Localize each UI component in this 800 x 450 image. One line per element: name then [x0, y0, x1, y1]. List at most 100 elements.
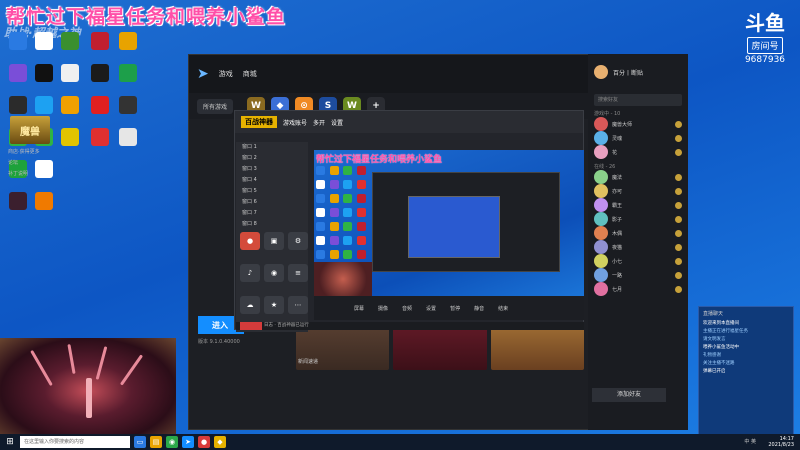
tool-more-icon[interactable]: ⋯ — [288, 296, 308, 314]
battlenet-icon[interactable]: ➤ — [182, 436, 194, 448]
obs-icon[interactable]: ● — [198, 436, 210, 448]
nested-desktop-icon — [316, 180, 325, 189]
tool-tab[interactable]: 设置 — [331, 118, 343, 127]
friend-row[interactable]: 夜猫 — [588, 240, 688, 254]
tool-taskbar-icon[interactable]: ◆ — [214, 436, 226, 448]
list-item[interactable]: 窗口 5 — [236, 186, 308, 197]
chat-header: 直播聊天 — [703, 311, 724, 317]
chat-line: 欢迎来到本直播间 — [703, 321, 739, 326]
friend-row[interactable]: 小七 — [588, 254, 688, 268]
explorer-icon[interactable]: ▤ — [150, 436, 162, 448]
windows-start-icon[interactable]: ⊞ — [4, 436, 16, 448]
tool-mic-icon[interactable]: ♪ — [240, 264, 260, 282]
list-item[interactable]: 窗口 4 — [236, 175, 308, 186]
platform-badge: 斗鱼 房间号 9687936 — [736, 12, 794, 65]
game-status-icon — [675, 201, 682, 209]
nested-desktop-icon — [356, 236, 366, 245]
tool-gear-icon[interactable]: ⚙ — [288, 232, 308, 250]
nested-desktop-icon — [329, 236, 339, 245]
friend-name: 霸王 — [612, 202, 623, 209]
game-status-icon — [675, 285, 682, 293]
game-banner: 魔兽 — [10, 116, 50, 144]
friend-row[interactable]: 木偶 — [588, 226, 688, 240]
desktop-icon[interactable] — [56, 32, 84, 66]
desktop-icon[interactable] — [4, 32, 32, 66]
control-camera[interactable]: 摄像 — [378, 305, 388, 312]
room-number: 9687936 — [744, 55, 786, 65]
control-pause[interactable]: 暂停 — [450, 305, 460, 312]
control-settings[interactable]: 设置 — [426, 305, 436, 312]
nested-desktop-icons — [316, 166, 368, 262]
chrome-icon[interactable]: ◉ — [166, 436, 178, 448]
nested-webcam — [314, 262, 372, 296]
friend-name: 灵魂 — [612, 135, 623, 142]
tool-tab[interactable]: 游戏账号 — [283, 118, 307, 127]
nested-desktop-icon — [329, 180, 339, 189]
taskbar-search-input[interactable]: 在这里输入你要搜索的内容 — [20, 436, 130, 448]
nested-desktop-icon — [356, 166, 366, 175]
icon-10 — [119, 64, 137, 82]
list-item[interactable]: 窗口 6 — [236, 197, 308, 208]
friend-row[interactable]: 亦可 — [588, 184, 688, 198]
room-label: 房间号 — [747, 37, 783, 54]
my-name: 百分丨断贴 — [613, 69, 644, 77]
icon-4 — [91, 32, 109, 50]
friend-row[interactable]: 魔兽大师 — [588, 117, 688, 131]
chat-line: 主播正在进行福星任务 — [703, 329, 748, 334]
desktop-icon[interactable] — [30, 32, 58, 66]
friend-list: 魔兽大师 灵魂花在线 - 26 魔法 亦可 霸王 影子 木偶 夜猫 小七 一路 七月 — [588, 117, 688, 296]
nested-desktop-icon — [329, 222, 339, 231]
list-item[interactable]: 窗口 3 — [236, 164, 308, 175]
left-link[interactable]: 商店·获得更多 — [8, 148, 120, 155]
all-games-button[interactable]: 所有游戏 — [197, 98, 234, 114]
tool-camera-icon[interactable]: ◉ — [264, 264, 284, 282]
list-item[interactable]: 窗口 2 — [236, 153, 308, 164]
chat-line: 弹幕已开启 — [703, 369, 726, 374]
left-link[interactable]: 补丁说明 — [8, 170, 120, 177]
my-profile[interactable]: 百分丨断贴 — [588, 54, 688, 90]
tool-list-icon[interactable]: ≡ — [288, 264, 308, 282]
tool-grid: ● ▣ ⚙ ♪ ◉ ≡ ☁ ★ ⋯ — [236, 228, 312, 328]
friend-search-input[interactable]: 搜索好友 — [594, 94, 682, 106]
game-status-icon — [675, 271, 682, 279]
taskview-icon[interactable]: ▭ — [134, 436, 146, 448]
nested-desktop-icon — [343, 208, 352, 217]
tool-star-icon[interactable]: ★ — [264, 296, 284, 314]
left-link[interactable]: 论坛 — [8, 159, 120, 166]
list-item[interactable]: 窗口 1 — [236, 142, 308, 153]
desktop-icon[interactable] — [86, 32, 114, 66]
nav-games[interactable]: 游戏 — [219, 69, 233, 79]
friend-row[interactable]: 灵魂 — [588, 131, 688, 145]
clock[interactable]: 14:17 2021/8/23 — [768, 436, 794, 448]
game-status-icon — [675, 215, 682, 223]
desktop-icon[interactable] — [114, 32, 142, 66]
friend-row[interactable]: 魔法 — [588, 170, 688, 184]
friend-row[interactable]: 霸王 — [588, 198, 688, 212]
system-tray[interactable]: 中 英 — [744, 438, 756, 445]
friend-row[interactable]: 花 — [588, 145, 688, 159]
game-status-icon — [675, 134, 682, 142]
control-stop[interactable]: 结束 — [498, 305, 508, 312]
control-audio[interactable]: 音频 — [402, 305, 412, 312]
avatar — [594, 170, 608, 184]
control-screen[interactable]: 屏幕 — [354, 305, 364, 312]
webcam-feed — [0, 338, 176, 434]
tool-tab[interactable]: 多开 — [313, 118, 325, 127]
tool-record-icon[interactable]: ● — [240, 232, 260, 250]
nav-shop[interactable]: 商城 — [243, 69, 257, 79]
list-item[interactable]: 窗口 7 — [236, 208, 308, 219]
tool-screen-icon[interactable]: ▣ — [264, 232, 284, 250]
friend-row[interactable]: 一路 — [588, 268, 688, 282]
friend-row[interactable]: 影子 — [588, 212, 688, 226]
add-friend-button[interactable]: 添加好友 — [592, 388, 666, 402]
game-status-icon — [675, 257, 682, 265]
nested-desktop-icon — [316, 222, 325, 231]
launcher-logo-icon[interactable]: ➤ — [197, 66, 209, 82]
taskbar: ⊞ 在这里输入你要搜索的内容 ▭ ▤ ◉ ➤ ● ◆ 中 英 14:17 202… — [0, 434, 800, 450]
friend-name: 魔兽大师 — [612, 121, 633, 128]
friend-row[interactable]: 七月 — [588, 282, 688, 296]
friend-name: 夜猫 — [612, 244, 623, 251]
tool-cloud-icon[interactable]: ☁ — [240, 296, 260, 314]
control-mute[interactable]: 静音 — [474, 305, 484, 312]
nested-desktop-icon — [343, 194, 352, 203]
